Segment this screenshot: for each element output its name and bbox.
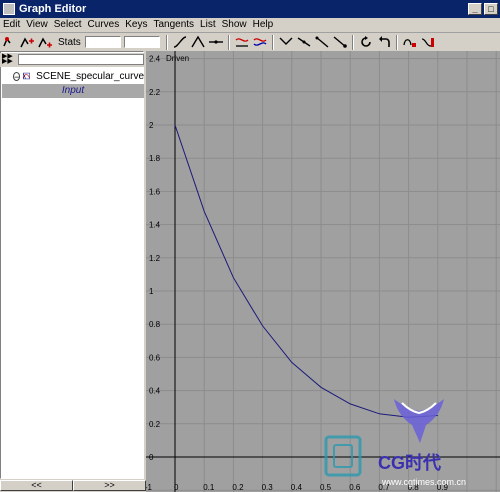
x-tick-label: 0.5 (320, 483, 332, 492)
menu-select[interactable]: Select (51, 18, 85, 32)
y-tick-label: 2 (149, 121, 154, 130)
filter-arrows-icon[interactable]: ▶▶ ▶▶ (2, 53, 16, 65)
add-key-icon (38, 37, 52, 48)
menu-bar: Edit View Select Curves Keys Tangents Li… (0, 18, 500, 33)
free-weight-icon (315, 36, 329, 48)
toolbar-separator (271, 34, 274, 50)
move-key-icon (3, 37, 11, 47)
free-weight-button[interactable] (313, 34, 331, 50)
clamped-tangent-button[interactable] (189, 34, 207, 50)
toolbar: Stats (0, 33, 500, 51)
menu-curves[interactable]: Curves (85, 18, 123, 32)
spline-tangent-icon (173, 36, 186, 48)
swap-buffer-button[interactable] (251, 34, 269, 50)
anim-curve-icon (23, 72, 31, 80)
x-tick-label: 0.6 (349, 483, 361, 492)
menu-list[interactable]: List (197, 18, 219, 32)
y-tick-label: 0.4 (149, 387, 161, 396)
toolbar-separator (395, 34, 398, 50)
menu-help[interactable]: Help (250, 18, 277, 32)
x-tick-label: 0.1 (203, 483, 215, 492)
y-tick-label: 2.4 (149, 55, 161, 64)
graph-view[interactable]: 2.4 2.2 2 1.8 1.6 1.4 1.2 1 0.8 0.6 0.4 0.2 0 -1 0 0.1… (146, 51, 500, 492)
x-tick-label: 0.3 (262, 483, 274, 492)
post-infinity-cycle-button[interactable] (375, 34, 393, 50)
buffer-curve-icon (235, 38, 249, 47)
x-tick-label: 0.2 (232, 483, 244, 492)
add-key-tool-button[interactable] (36, 34, 54, 50)
move-key-tool-button[interactable] (0, 34, 18, 50)
swap-buffer-icon (253, 38, 267, 46)
collapse-icon[interactable]: − (13, 71, 21, 81)
y-tick-label: 1.4 (149, 221, 161, 230)
y-tick-label: 1.6 (149, 187, 161, 196)
cycle-icon (361, 36, 371, 47)
lock-weight-button[interactable] (331, 34, 349, 50)
x-tick-label: 0.4 (291, 483, 303, 492)
flat-tangent-button[interactable] (207, 34, 225, 50)
outliner-input-row[interactable]: Input (2, 84, 144, 98)
y-tick-label: 1.2 (149, 254, 161, 263)
y-axis-title: Driven (166, 54, 189, 63)
unify-tangents-icon (297, 37, 311, 47)
outliner-filter-input[interactable] (18, 54, 144, 65)
minimize-button[interactable]: _ (468, 3, 482, 15)
outliner-panel (0, 51, 144, 479)
y-tick-label: 2.2 (149, 88, 161, 97)
curve-display-icon (403, 39, 416, 47)
y-tick-label: 0 (149, 453, 154, 462)
insert-key-tool-button[interactable] (18, 34, 36, 50)
stats-label: Stats (58, 36, 81, 48)
buffer-curve-button[interactable] (233, 34, 251, 50)
insert-key-icon (20, 37, 34, 48)
pre-infinity-cycle-button[interactable] (357, 34, 375, 50)
flat-tangent-icon (208, 40, 223, 44)
toolbar-separator (351, 34, 354, 50)
y-tick-label: 1.8 (149, 154, 161, 163)
graph-background (146, 51, 500, 492)
app-icon (3, 3, 15, 15)
menu-show[interactable]: Show (219, 18, 250, 32)
y-tick-label: 0.6 (149, 353, 161, 362)
outliner-filter-row: ▶▶ ▶▶ (0, 53, 146, 67)
maximize-button[interactable]: □ (484, 3, 498, 15)
node-label: SCENE_specular_curve (36, 70, 144, 82)
watermark-url: www.cgtimes.com.cn (381, 477, 466, 487)
menu-keys[interactable]: Keys (122, 18, 150, 32)
title-bar: Graph Editor _ □ (0, 0, 500, 18)
spline-tangent-button[interactable] (171, 34, 189, 50)
outliner-node-row[interactable]: − SCENE_specular_curve (2, 69, 144, 83)
watermark-text: CG时代 (378, 453, 441, 473)
x-tick-label: -1 (146, 483, 152, 492)
scroll-left-button[interactable]: << (0, 480, 73, 491)
scroll-right-button[interactable]: >> (73, 480, 146, 491)
lock-weight-icon (333, 36, 347, 48)
break-tangents-button[interactable] (277, 34, 295, 50)
y-tick-label: 1 (149, 287, 154, 296)
undo-arrow-icon (378, 36, 390, 47)
stats-time-field[interactable] (84, 36, 121, 48)
x-tick-label: 0 (174, 483, 179, 492)
toolbar-separator (165, 34, 168, 50)
y-tick-label: 0.2 (149, 420, 161, 429)
curve-normalize-icon (421, 38, 434, 47)
curve-normalize-button[interactable] (419, 34, 437, 50)
outliner-scrollbar: << >> (0, 480, 146, 492)
curve-display-button[interactable] (401, 34, 419, 50)
break-tangents-icon (279, 37, 293, 45)
menu-tangents[interactable]: Tangents (150, 18, 197, 32)
y-tick-label: 0.8 (149, 320, 161, 329)
menu-edit[interactable]: Edit (0, 18, 23, 32)
menu-view[interactable]: View (23, 18, 51, 32)
clamped-tangent-icon (191, 35, 205, 48)
stats-value-field[interactable] (123, 36, 160, 48)
unify-tangents-button[interactable] (295, 34, 313, 50)
window-title: Graph Editor (19, 3, 87, 15)
toolbar-separator (227, 34, 230, 50)
